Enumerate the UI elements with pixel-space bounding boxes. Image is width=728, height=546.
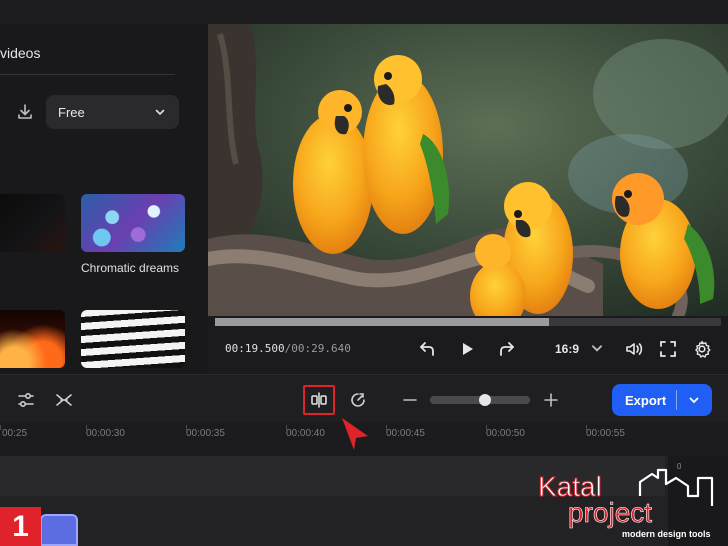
export-button[interactable]: Export [612, 384, 712, 416]
video-preview[interactable] [208, 24, 728, 316]
annotation-arrow-icon [342, 418, 368, 450]
ruler-label: 00:00:35 [186, 428, 225, 439]
chevron-down-icon[interactable] [688, 394, 700, 406]
forward-icon[interactable] [496, 339, 516, 359]
ruler-label: 00:00:45 [386, 428, 425, 439]
ruler-label: 00:00:40 [286, 428, 325, 439]
timeline-clip[interactable] [40, 514, 78, 546]
video-thumbnail-stripes[interactable] [81, 310, 185, 368]
timeline-zoom-slider[interactable] [430, 394, 530, 406]
logo-tagline: modern design tools [622, 529, 711, 539]
aspect-ratio-select[interactable]: 16:9 [555, 342, 579, 356]
logo-text-project: project [568, 497, 652, 528]
ruler-label: 00:00:50 [486, 428, 525, 439]
zoom-in-icon[interactable] [541, 390, 561, 410]
split-button[interactable] [303, 385, 335, 415]
play-icon[interactable] [457, 339, 477, 359]
zoom-out-icon[interactable] [400, 390, 420, 410]
volume-icon[interactable] [624, 339, 644, 359]
rewind-icon[interactable] [418, 339, 438, 359]
playback-progress-bar[interactable] [215, 318, 721, 326]
ruler-label: 00:25 [2, 428, 28, 439]
license-filter-select[interactable]: Free [46, 95, 179, 129]
timecode: 00:19.500/00:29.640 [225, 342, 351, 355]
katalproject-logo: Katal project modern design tools [538, 468, 714, 539]
chevron-down-icon[interactable] [590, 341, 604, 355]
top-bar [0, 0, 728, 24]
adjust-sliders-icon[interactable] [16, 390, 36, 410]
chevron-down-icon [155, 109, 165, 116]
ruler-label: 00:00:55 [586, 428, 625, 439]
speed-icon[interactable] [348, 390, 368, 410]
download-icon[interactable] [16, 103, 34, 121]
panel-title: videos [0, 45, 41, 61]
ruler-label: 00:00:30 [86, 428, 125, 439]
export-label: Export [625, 392, 667, 408]
current-time: 00:19.500 [225, 342, 285, 355]
playback-progress-fill [215, 318, 549, 326]
settings-gear-icon[interactable] [692, 339, 712, 359]
panel-divider [0, 74, 175, 75]
zoom-slider-handle[interactable] [479, 394, 491, 406]
ruler-tick [0, 425, 1, 430]
license-filter-value: Free [58, 104, 85, 120]
player-controls: 00:19.500/00:29.640 16:9 [208, 328, 728, 372]
total-time: 00:29.640 [291, 342, 351, 355]
video-thumbnail-label: Chromatic dreams [81, 261, 180, 275]
preview-frame-image [208, 24, 728, 316]
split-icon [311, 392, 327, 408]
video-thumbnail-fire[interactable] [0, 310, 65, 368]
transition-icon[interactable] [54, 390, 74, 410]
aspect-ratio-value: 16:9 [555, 342, 580, 356]
video-thumbnail-dark[interactable] [0, 194, 65, 252]
fullscreen-icon[interactable] [658, 339, 678, 359]
export-divider [676, 390, 677, 410]
video-thumbnail-chromatic[interactable] [81, 194, 185, 252]
step-number-badge: 1 [0, 507, 41, 546]
